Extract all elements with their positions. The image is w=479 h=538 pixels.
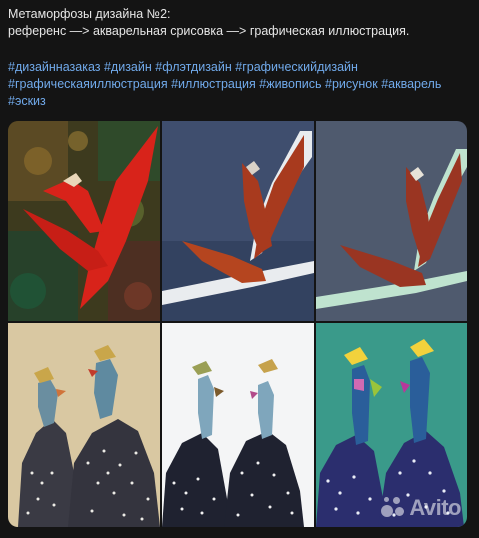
hashtag[interactable]: #графическаяиллюстрация (8, 77, 168, 91)
gallery-image-bird-watercolor[interactable] (162, 121, 314, 321)
hashtag[interactable]: #рисунок (325, 77, 378, 91)
gallery-image-guineafowl-reference[interactable] (8, 323, 160, 527)
hashtag[interactable]: #графическийдизайн (235, 60, 358, 74)
avito-watermark: Avito (379, 495, 461, 521)
bird-reference-image (8, 121, 160, 321)
avito-dots-logo-icon (379, 495, 405, 521)
hashtag[interactable]: #эскиз (8, 94, 46, 108)
guineafowl-reference-image (8, 323, 160, 527)
avito-watermark-text: Avito (409, 495, 461, 520)
hashtag[interactable]: #живопись (259, 77, 321, 91)
post-subtitle-line: референс —> акварельная срисовка —> граф… (8, 24, 410, 38)
bird-flat-image (316, 121, 467, 321)
post-title-line: Метаморфозы дизайна №2: (8, 7, 171, 21)
hashtag-list: #дизайнназаказ #дизайн #флэтдизайн #граф… (8, 59, 473, 110)
post: Метаморфозы дизайна №2: референс —> аква… (0, 0, 479, 538)
gallery-image-guineafowl-flat[interactable]: Avito (316, 323, 467, 527)
image-gallery: Avito (8, 121, 467, 527)
hashtag[interactable]: #дизайнназаказ (8, 60, 100, 74)
gallery-image-guineafowl-watercolor[interactable] (162, 323, 314, 527)
hashtag[interactable]: #флэтдизайн (155, 60, 232, 74)
gallery-image-bird-flat[interactable] (316, 121, 467, 321)
guineafowl-watercolor-image (162, 323, 314, 527)
hashtag[interactable]: #акварель (381, 77, 441, 91)
hashtag[interactable]: #дизайн (104, 60, 152, 74)
post-text: Метаморфозы дизайна №2: референс —> аква… (8, 6, 473, 40)
gallery-image-bird-reference[interactable] (8, 121, 160, 321)
hashtag[interactable]: #иллюстрация (171, 77, 256, 91)
bird-watercolor-image (162, 121, 314, 321)
